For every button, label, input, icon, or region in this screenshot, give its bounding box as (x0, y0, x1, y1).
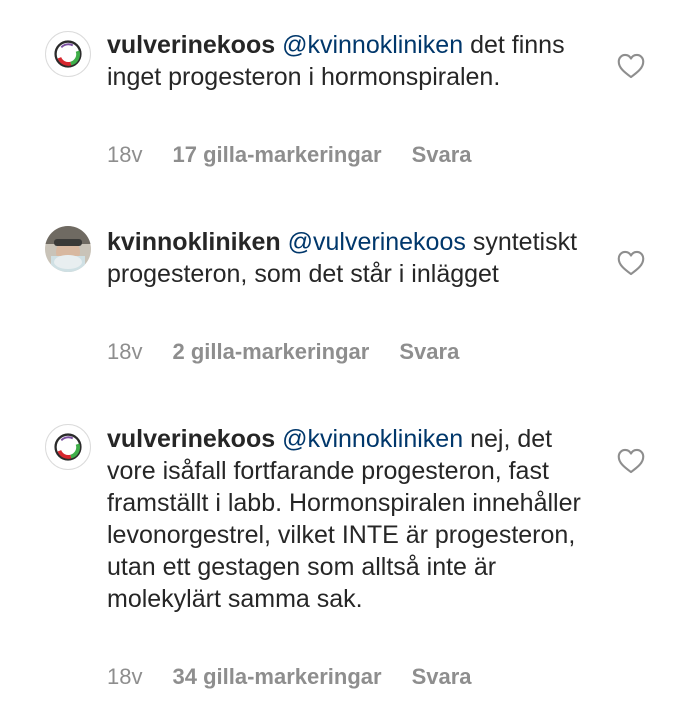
comment-username[interactable]: kvinnokliniken (107, 228, 281, 256)
avatar-photo-icon (45, 226, 91, 272)
heart-outline-icon[interactable] (617, 448, 645, 474)
comment-mention[interactable]: @kvinnokliniken (282, 31, 463, 59)
avatar[interactable] (45, 226, 91, 272)
heart-outline-icon[interactable] (617, 53, 645, 79)
comment-username[interactable]: vulverinekoos (107, 425, 275, 453)
heart-outline-icon[interactable] (617, 250, 645, 276)
reply-button[interactable]: Svara (412, 663, 472, 691)
avatar[interactable] (45, 424, 91, 470)
comment-body: vulverinekoos @kvinnokliniken nej, det v… (107, 423, 587, 615)
avatar-logo-icon (54, 40, 82, 68)
comment-username[interactable]: vulverinekoos (107, 31, 275, 59)
comment-time: 18v (107, 339, 143, 364)
comment-meta: 18v 2 gilla-markeringar Svara (107, 338, 459, 366)
comment-likes-count[interactable]: 2 gilla-markeringar (172, 338, 369, 366)
comment-text: nej, det vore isåfall fortfarande proges… (107, 425, 581, 613)
comment-meta: 18v 17 gilla-markeringar Svara (107, 141, 472, 169)
comment-likes-count[interactable]: 34 gilla-markeringar (172, 663, 381, 691)
comment-likes-count[interactable]: 17 gilla-markeringar (172, 141, 381, 169)
comment-body: kvinnokliniken @vulverinekoos syntetiskt… (107, 226, 587, 290)
reply-button[interactable]: Svara (412, 141, 472, 169)
comment-body: vulverinekoos @kvinnokliniken det finns … (107, 29, 587, 93)
comment-mention[interactable]: @vulverinekoos (288, 228, 466, 256)
reply-button[interactable]: Svara (399, 338, 459, 366)
comment-meta: 18v 34 gilla-markeringar Svara (107, 663, 472, 691)
comment-time: 18v (107, 664, 143, 689)
avatar-logo-icon (54, 433, 82, 461)
avatar[interactable] (45, 31, 91, 77)
comment-time: 18v (107, 142, 143, 167)
comment-mention[interactable]: @kvinnokliniken (282, 425, 463, 453)
